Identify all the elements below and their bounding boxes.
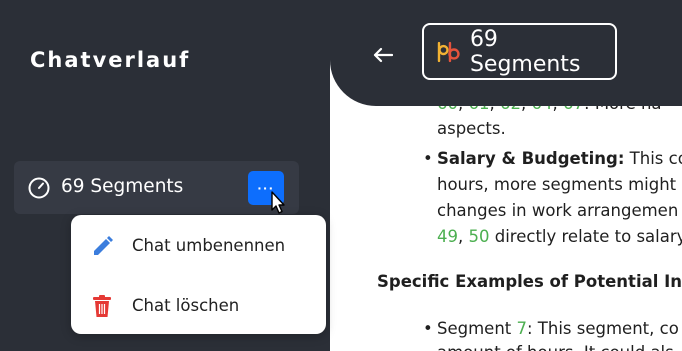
salary-heading: Salary & Budgeting: — [437, 149, 625, 168]
text-line: hours, more segments might — [437, 175, 677, 194]
text-line: aspects. — [437, 119, 506, 138]
sidebar-title: Chatverlauf — [30, 48, 191, 72]
chat-history-item[interactable]: 69 Segments ··· — [14, 161, 299, 214]
segments-icon — [437, 41, 460, 62]
chat-header: 69 Segments — [330, 0, 682, 106]
text-line: amount of hours. It could als — [437, 340, 674, 351]
delete-chat-menu-item[interactable]: Chat löschen — [71, 280, 326, 330]
section-heading: Specific Examples of Potential Inc — [377, 272, 682, 291]
bullet: • — [423, 319, 433, 338]
rename-chat-menu-item[interactable]: Chat umbenennen — [71, 220, 326, 270]
pencil-icon — [94, 236, 113, 255]
chat-title: 69 Segments — [469, 26, 581, 77]
gauge-icon — [28, 177, 50, 199]
chat-options-menu: Chat umbenennen Chat löschen — [71, 215, 326, 334]
arrow-left-icon — [373, 47, 393, 63]
segment-link[interactable]: 49 — [437, 227, 458, 246]
segment-link[interactable]: 50 — [469, 227, 490, 246]
text-line: Salary & Budgeting: This co — [437, 149, 682, 168]
text-line: Segment 7: This segment, co — [437, 319, 679, 338]
segment-link[interactable]: 7 — [517, 319, 528, 338]
chat-title-box: 69 Segments — [422, 23, 617, 80]
trash-icon — [93, 295, 111, 317]
text-line: changes in work arrangemen — [437, 201, 679, 220]
chat-history-label: 69 Segments — [61, 176, 184, 197]
back-button[interactable] — [368, 40, 398, 70]
text-line: 49, 50 directly relate to salary — [437, 227, 682, 246]
delete-chat-label: Chat löschen — [132, 296, 240, 315]
rename-chat-label: Chat umbenennen — [132, 236, 286, 255]
bullet: • — [423, 149, 433, 168]
